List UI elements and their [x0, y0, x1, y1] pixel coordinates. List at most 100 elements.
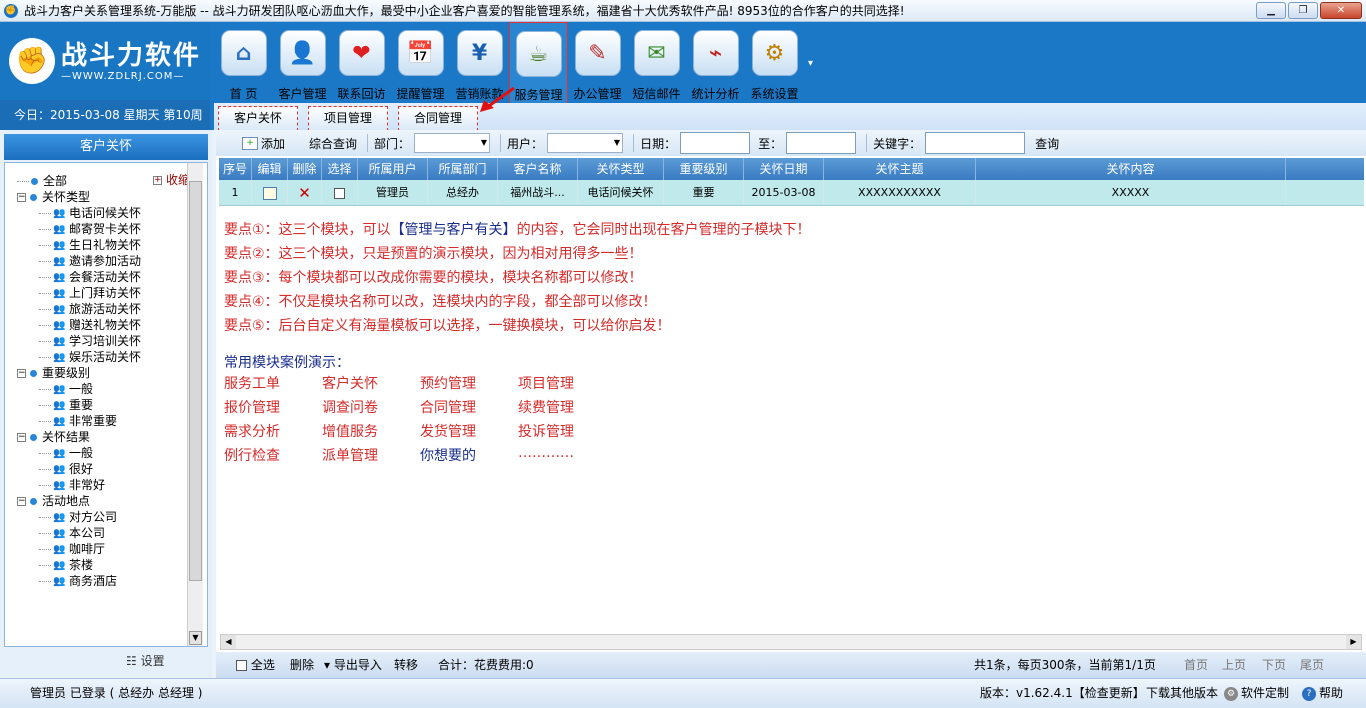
tree-node[interactable]: − 关怀结果 [17, 429, 90, 445]
status-bar: 管理员 已登录 ( 总经办 总经理 ) 版本：v1.62.4.1【检查更新】 下… [0, 678, 1366, 708]
tree-node[interactable]: 👥 电话问候关怀 [39, 205, 141, 221]
tree-node[interactable]: 👥 重要 [39, 397, 93, 413]
tree-node[interactable]: 👥 生日礼物关怀 [39, 237, 141, 253]
delete-x-icon[interactable]: ✕ [298, 184, 311, 202]
column-header[interactable]: 所属用户 [358, 158, 428, 180]
date-from-input[interactable] [680, 132, 751, 154]
tree-node[interactable]: 👥 商务酒店 [39, 573, 117, 589]
column-header[interactable]: 所属部门 [428, 158, 498, 180]
users-icon: 👥 [53, 383, 66, 395]
tree-node-label: 本公司 [69, 526, 106, 540]
dropdown-arrow-icon: ▼ [613, 138, 621, 147]
subtab-contract-management[interactable]: 合同管理 [398, 106, 478, 131]
tree-node-label: 会餐活动关怀 [69, 270, 142, 284]
tree-node-label: 重要 [69, 398, 94, 412]
tree-node-label: 咖啡厅 [69, 542, 106, 556]
restore-button[interactable]: ❐ [1288, 2, 1318, 19]
prev-page-button[interactable]: 上页 [1222, 652, 1246, 678]
next-page-button[interactable]: 下页 [1262, 652, 1286, 678]
minimize-button[interactable]: ▁ [1256, 2, 1286, 19]
close-button[interactable]: ✕ [1320, 2, 1362, 19]
column-header[interactable]: 选择 [322, 158, 358, 180]
scroll-down-icon[interactable]: ▼ [189, 631, 202, 645]
column-header[interactable]: 删除 [288, 158, 322, 180]
download-link[interactable]: 下载其他版本 [1146, 679, 1218, 707]
collapse-toggle[interactable]: + 收缩 [153, 171, 190, 188]
first-page-button[interactable]: 首页 [1184, 652, 1208, 678]
toolbar-button[interactable]: ⚙ 系统设置 [745, 22, 804, 102]
tip-text: 要点①：这三个模块，可以 [224, 222, 391, 238]
tree-node[interactable]: 👥 旅游活动关怀 [39, 301, 141, 317]
edit-icon[interactable] [262, 186, 277, 200]
column-header[interactable]: 关怀类型 [578, 158, 664, 180]
export-import-button[interactable]: ▾ 导出导入 [324, 652, 382, 678]
horizontal-scrollbar[interactable]: ◀ ▶ [220, 634, 1362, 650]
tree-node[interactable]: 👥 娱乐活动关怀 [39, 349, 141, 365]
version-link[interactable]: 版本：v1.62.4.1【检查更新】 [980, 679, 1145, 707]
toolbar-button[interactable]: ✎ 办公管理 [568, 22, 627, 102]
user-select[interactable]: ▼ [547, 133, 624, 153]
toolbar-button[interactable]: 👤 客户管理 [273, 22, 332, 102]
subtab-project-management[interactable]: 项目管理 [308, 106, 388, 131]
column-header[interactable]: 客户名称 [498, 158, 578, 180]
column-header[interactable]: 关怀内容 [976, 158, 1286, 180]
column-header[interactable]: 关怀主题 [824, 158, 976, 180]
tree-node[interactable]: 👥 邮寄贺卡关怀 [39, 221, 141, 237]
delete-button[interactable]: 删除 [290, 652, 314, 678]
gear-icon: ⚙ [1224, 686, 1238, 701]
toolbar-button[interactable]: ❤ 联系回访 [332, 22, 391, 102]
customize-link[interactable]: ⚙ 软件定制 [1224, 679, 1289, 707]
tree-node[interactable]: − 关怀类型 [17, 189, 90, 205]
tree-node[interactable]: 👥 上门拜访关怀 [39, 285, 141, 301]
column-header[interactable]: 重要级别 [664, 158, 744, 180]
toolbar-button[interactable]: ✉ 短信邮件 [627, 22, 686, 102]
help-link[interactable]: ? 帮助 [1302, 679, 1343, 707]
subtab-customer-care[interactable]: 客户关怀 [218, 106, 298, 131]
tree-node[interactable]: 👥 对方公司 [39, 509, 117, 525]
add-label: 添加 [261, 136, 286, 151]
row-checkbox[interactable] [334, 187, 345, 199]
table-row[interactable]: 1 ✕ 管理员 总经办 福州战斗... 电话问候关怀 重要 2015-03-08 XXXXXXX… [219, 180, 1364, 206]
settings-link[interactable]: ☷ 设置 [126, 652, 165, 669]
toolbar-more-icon[interactable]: ▾ [808, 58, 813, 69]
tree-node[interactable]: 👥 茶楼 [39, 557, 93, 573]
tree-node[interactable]: 👥 本公司 [39, 525, 105, 541]
query-button[interactable]: 查询 [1035, 135, 1059, 152]
tree-node[interactable]: 👥 一般 [39, 381, 93, 397]
divider [633, 134, 635, 152]
tree-node[interactable]: 👥 很好 [39, 461, 93, 477]
transfer-button[interactable]: 转移 [394, 652, 418, 678]
column-header[interactable]: 关怀日期 [744, 158, 824, 180]
select-all-checkbox[interactable]: 全选 [236, 652, 275, 678]
tree-node[interactable]: 👥 赠送礼物关怀 [39, 317, 141, 333]
tree-node[interactable]: 👥 咖啡厅 [39, 541, 105, 557]
tip-line: 要点⑤：后台自定义有海量模板可以选择，一键换模块，可以给你启发！ [224, 314, 811, 338]
toolbar-button[interactable]: 📅 提醒管理 [391, 22, 450, 102]
last-page-button[interactable]: 尾页 [1300, 652, 1324, 678]
date-to-input[interactable] [786, 132, 857, 154]
column-header[interactable]: 序号 [219, 158, 252, 180]
tree-node[interactable]: 👥 一般 [39, 445, 93, 461]
tree-node[interactable]: 全部 [17, 173, 67, 189]
toolbar-button[interactable]: ⌁ 统计分析 [686, 22, 745, 102]
tree-node[interactable]: 👥 邀请参加活动 [39, 253, 141, 269]
scroll-thumb[interactable] [189, 181, 202, 581]
tree-scrollbar[interactable]: ▼ [187, 163, 203, 646]
tree-node[interactable]: − 重要级别 [17, 365, 90, 381]
column-header[interactable]: 编辑 [252, 158, 288, 180]
tree-node[interactable]: − 活动地点 [17, 493, 90, 509]
add-button[interactable]: + 添加 [242, 135, 285, 152]
combined-query-button[interactable]: 综合查询 [309, 135, 357, 152]
tree-node[interactable]: 👥 非常重要 [39, 413, 117, 429]
keyword-input[interactable] [925, 132, 1026, 154]
node-dot-icon [30, 498, 37, 505]
tree-node-label: 电话问候关怀 [69, 206, 142, 220]
dept-select[interactable]: ▼ [414, 133, 491, 153]
tree-node[interactable]: 👥 学习培训关怀 [39, 333, 141, 349]
tree-node[interactable]: 👥 非常好 [39, 477, 105, 493]
toolbar-button[interactable]: ⌂ 首 页 [214, 22, 273, 102]
tree-node[interactable]: 👥 会餐活动关怀 [39, 269, 141, 285]
scroll-right-icon[interactable]: ▶ [1346, 635, 1361, 649]
scroll-left-icon[interactable]: ◀ [221, 635, 236, 649]
table-cell: ✕ [288, 180, 322, 205]
